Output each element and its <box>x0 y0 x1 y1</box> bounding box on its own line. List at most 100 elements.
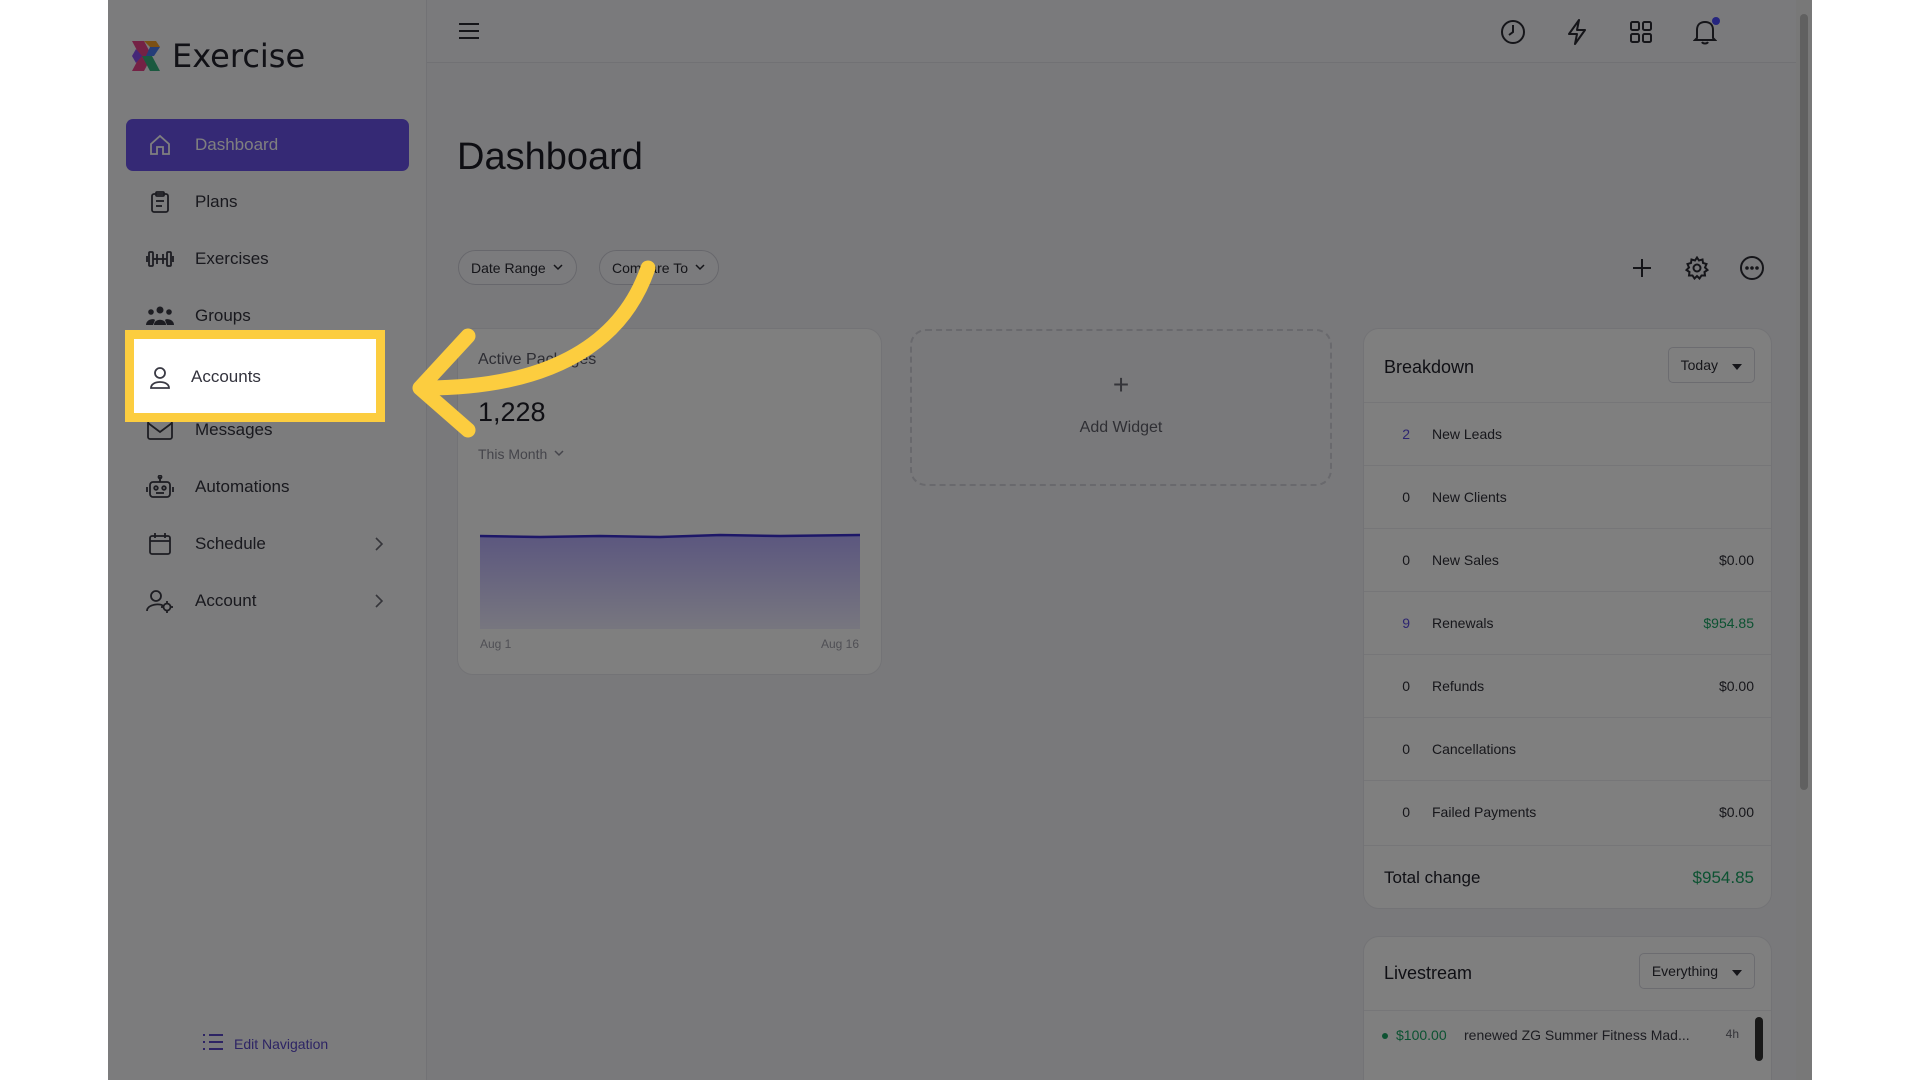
calendar-icon <box>145 529 175 559</box>
breakdown-card: Breakdown Today 2 New Leads 0 New Clients 0 N… <box>1363 328 1772 909</box>
total-amount: $954.85 <box>1692 868 1754 887</box>
row-count: 0 <box>1402 741 1410 757</box>
page-title: Dashboard <box>457 136 643 178</box>
plus-icon[interactable] <box>1628 254 1656 282</box>
row-count: 0 <box>1402 678 1410 694</box>
sidebar-item-schedule[interactable]: Schedule <box>126 518 409 570</box>
sidebar-item-label: Automations <box>195 477 290 496</box>
breakdown-row[interactable]: 2 New Leads <box>1364 402 1771 465</box>
row-count: 2 <box>1402 426 1410 442</box>
sidebar: Exercise Dashboard Plans Exercises Group… <box>108 0 427 1080</box>
sidebar-item-automations[interactable]: Automations <box>126 461 409 513</box>
sidebar-item-label: Groups <box>195 306 251 325</box>
chevron-down-icon <box>552 260 564 276</box>
livestream-scrollbar[interactable] <box>1755 1017 1763 1061</box>
clipboard-icon <box>145 187 175 217</box>
row-amount: $954.85 <box>1703 615 1754 631</box>
breakdown-row[interactable]: 0 Cancellations <box>1364 717 1771 780</box>
clock-icon[interactable] <box>1498 17 1528 47</box>
livestream-filter-select[interactable]: Everything <box>1638 953 1755 989</box>
breakdown-period-select[interactable]: Today <box>1667 347 1755 383</box>
livestream-entry[interactable]: $100.00 renewed ZG Summer Fitness Mad...… <box>1364 1010 1771 1061</box>
row-amount: $0.00 <box>1718 552 1754 568</box>
caret-down-icon <box>1732 357 1742 373</box>
active-packages-card[interactable]: Active Packages 1,228 This Month Aug 1 A… <box>457 328 882 675</box>
sidebar-item-label: Plans <box>195 192 238 211</box>
add-widget-button[interactable]: + Add Widget <box>910 329 1332 486</box>
row-amount: $0.00 <box>1718 804 1754 820</box>
chevron-down-icon <box>694 260 706 276</box>
app-logo[interactable]: Exercise <box>130 37 305 75</box>
row-label: New Sales <box>1432 552 1499 568</box>
entry-amount: $100.00 <box>1396 1027 1447 1043</box>
dumbbell-icon <box>145 244 175 274</box>
card-value: 1,228 <box>478 397 546 427</box>
select-value: Everything <box>1651 963 1718 979</box>
caret-down-icon <box>1732 963 1742 979</box>
breakdown-row[interactable]: 0 New Clients <box>1364 465 1771 528</box>
total-label: Total change <box>1384 868 1481 887</box>
row-label: New Clients <box>1432 489 1507 505</box>
lightning-icon[interactable] <box>1562 17 1592 47</box>
row-label: Failed Payments <box>1432 804 1537 820</box>
gear-icon[interactable] <box>1683 254 1711 282</box>
x-axis-end-label: Aug 16 <box>820 637 859 651</box>
chevron-down-icon <box>553 446 565 462</box>
page-scrollbar[interactable] <box>1796 0 1812 1080</box>
robot-icon <box>145 472 175 502</box>
plus-icon: + <box>1112 369 1130 400</box>
user-settings-icon <box>145 586 175 616</box>
user-icon <box>145 363 175 393</box>
sidebar-item-label: Schedule <box>195 534 266 553</box>
sidebar-item-label: Dashboard <box>195 135 279 154</box>
sidebar-item-label: Exercises <box>195 249 269 268</box>
grid-icon[interactable] <box>1626 17 1656 47</box>
row-label: New Leads <box>1432 426 1503 442</box>
date-range-filter[interactable]: Date Range <box>458 250 577 285</box>
edit-navigation-button[interactable]: Edit Navigation <box>202 1033 328 1054</box>
accounts-highlight[interactable]: Accounts <box>125 330 385 422</box>
logo-mark <box>130 39 162 73</box>
more-icon[interactable] <box>1738 254 1766 282</box>
sidebar-item-exercises[interactable]: Exercises <box>126 233 409 285</box>
row-count: 0 <box>1402 804 1410 820</box>
sidebar-item-account[interactable]: Account <box>126 575 409 627</box>
date-range-label: Date Range <box>471 259 546 276</box>
row-label: Cancellations <box>1432 741 1517 757</box>
sparkline-area <box>480 535 860 629</box>
sidebar-item-dashboard[interactable]: Dashboard <box>126 119 409 171</box>
accounts-label: Accounts <box>191 367 261 386</box>
entry-time: 4h <box>1725 1027 1739 1041</box>
bell-icon[interactable] <box>1690 17 1720 47</box>
sidebar-item-label: Messages <box>195 420 273 439</box>
row-count: 0 <box>1402 552 1410 568</box>
topbar <box>427 0 1812 63</box>
breakdown-row[interactable]: 0 Refunds $0.00 <box>1364 654 1771 717</box>
menu-icon[interactable] <box>457 19 481 43</box>
notification-dot <box>1712 17 1720 25</box>
chevron-right-icon[interactable] <box>369 534 389 554</box>
breakdown-row[interactable]: 0 New Sales $0.00 <box>1364 528 1771 591</box>
scrollbar-thumb[interactable] <box>1800 14 1808 790</box>
row-amount: $0.00 <box>1718 678 1754 694</box>
status-dot <box>1382 1033 1388 1039</box>
x-axis-start-label: Aug 1 <box>480 637 512 651</box>
group-icon <box>145 301 175 331</box>
card-title: Livestream <box>1384 963 1473 983</box>
row-label: Refunds <box>1432 678 1485 694</box>
sidebar-item-plans[interactable]: Plans <box>126 176 409 228</box>
row-label: Renewals <box>1432 615 1494 631</box>
breakdown-row[interactable]: 0 Failed Payments $0.00 <box>1364 780 1771 843</box>
sparkline-chart <box>480 533 860 629</box>
total-change-row: Total change $954.85 <box>1364 845 1771 908</box>
breakdown-row[interactable]: 9 Renewals $954.85 <box>1364 591 1771 654</box>
sparkline-line <box>480 533 860 539</box>
card-title: Active Packages <box>478 351 597 368</box>
compare-to-filter[interactable]: Compare To <box>599 250 720 285</box>
app-name: Exercise <box>172 37 306 75</box>
sidebar-item-label: Account <box>195 591 257 610</box>
period-select[interactable]: This Month <box>478 446 565 462</box>
row-count: 0 <box>1402 489 1410 505</box>
chevron-right-icon[interactable] <box>369 591 389 611</box>
entry-text: renewed ZG Summer Fitness Mad... <box>1464 1027 1690 1043</box>
